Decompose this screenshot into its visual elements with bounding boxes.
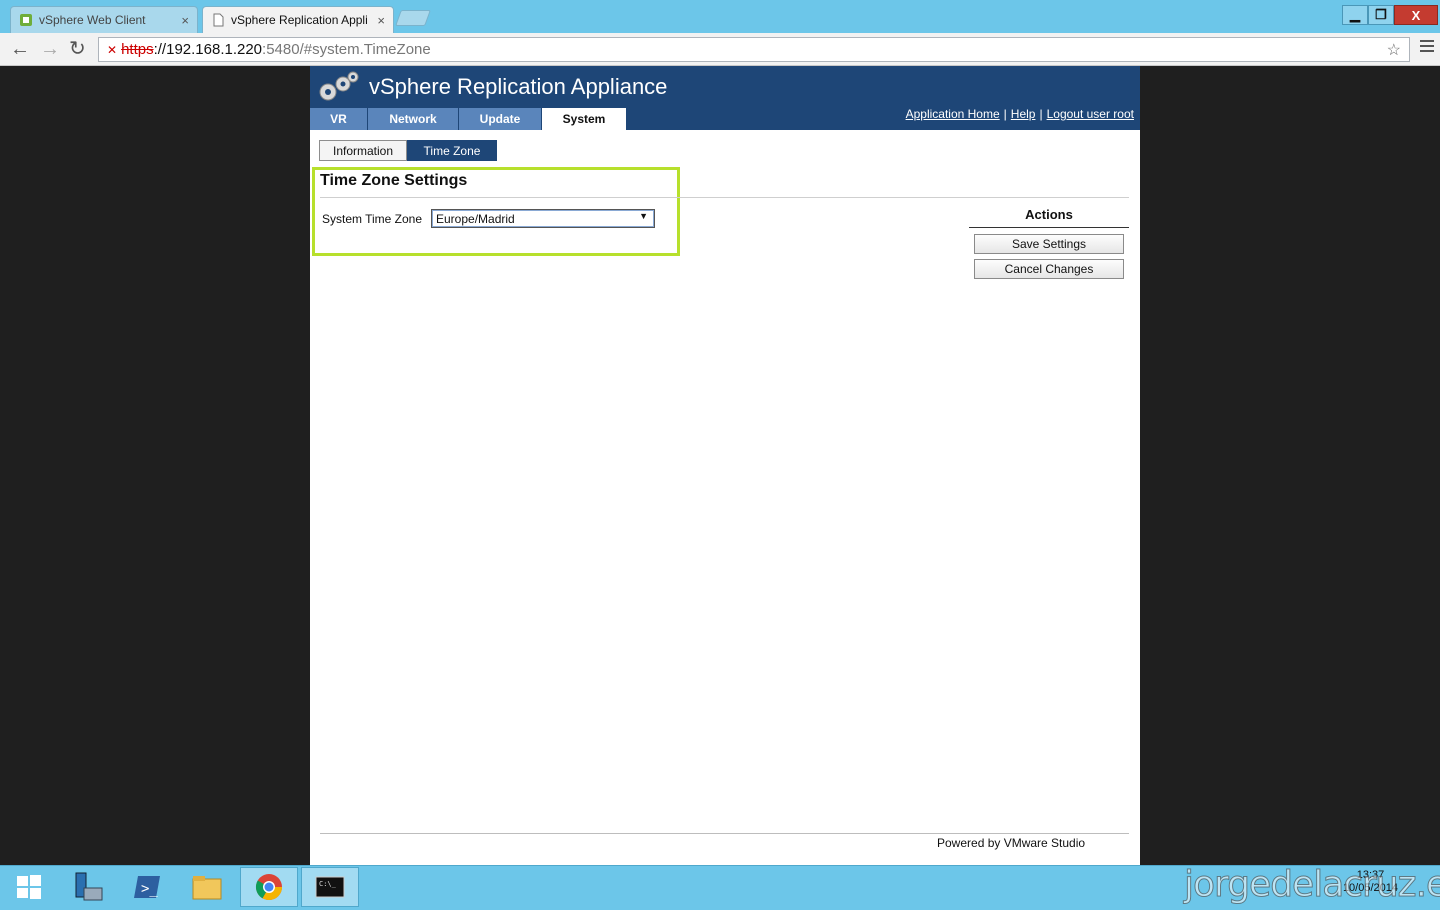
windows-start-icon[interactable] <box>0 867 58 907</box>
powershell-icon[interactable]: >_ <box>118 867 176 907</box>
tab-vsphere-replication[interactable]: vSphere Replication Appli × <box>202 6 394 33</box>
timezone-select[interactable]: Europe/Madrid ▼ <box>431 209 655 228</box>
restore-button[interactable]: ❐ <box>1368 5 1394 25</box>
gears-logo-icon <box>319 71 359 101</box>
cancel-changes-button[interactable]: Cancel Changes <box>974 259 1124 279</box>
timezone-value: Europe/Madrid <box>436 211 515 226</box>
file-explorer-icon[interactable] <box>178 867 236 907</box>
chrome-menu-icon[interactable] <box>1420 40 1434 55</box>
link-separator: | <box>1003 107 1007 121</box>
tab-network[interactable]: Network <box>368 108 459 130</box>
svg-text:>_: >_ <box>141 881 158 897</box>
application-home-link[interactable]: Application Home <box>906 107 1000 121</box>
section-title: Time Zone Settings <box>320 172 468 189</box>
subtab-time-zone[interactable]: Time Zone <box>407 140 497 161</box>
minimize-button[interactable]: ▁ <box>1342 5 1368 25</box>
header-links: Application Home | Help | Logout user root <box>906 107 1134 121</box>
chrome-icon[interactable] <box>240 867 298 907</box>
tab-system[interactable]: System <box>542 108 627 130</box>
actions-divider <box>969 227 1129 228</box>
tab-close-icon[interactable]: × <box>181 13 189 28</box>
url-path: :5480/#system.TimeZone <box>262 41 431 58</box>
cmd-icon[interactable]: C:\_ <box>301 867 359 907</box>
tab-close-icon[interactable]: × <box>377 13 385 28</box>
new-tab-button[interactable] <box>395 10 431 26</box>
tab-vsphere-web-client[interactable]: vSphere Web Client × <box>10 6 198 33</box>
actions-title: Actions <box>1025 207 1073 222</box>
close-window-button[interactable]: X <box>1394 5 1438 25</box>
insecure-lock-icon: ✕ <box>107 42 118 57</box>
bookmark-star-icon[interactable]: ☆ <box>1387 40 1401 60</box>
vsphere-favicon-icon <box>19 13 33 27</box>
link-separator: | <box>1039 107 1043 121</box>
divider <box>320 197 1129 198</box>
back-arrow-icon[interactable]: ← <box>10 39 30 59</box>
tab-update[interactable]: Update <box>459 108 542 130</box>
dropdown-arrow-icon: ▼ <box>639 211 648 221</box>
svg-text:C:\_: C:\_ <box>319 880 337 888</box>
footer-text: Powered by VMware Studio <box>937 836 1086 850</box>
appliance-page: vSphere Replication Appliance Applicatio… <box>310 66 1140 865</box>
tab-label: vSphere Replication Appli <box>231 13 368 27</box>
server-manager-icon[interactable] <box>58 867 116 907</box>
save-settings-button[interactable]: Save Settings <box>974 234 1124 254</box>
footer-divider <box>320 833 1129 834</box>
subtab-information[interactable]: Information <box>319 140 407 161</box>
logout-link[interactable]: Logout user root <box>1047 107 1134 121</box>
reload-icon[interactable]: ↻ <box>69 39 86 59</box>
timezone-label: System Time Zone <box>322 212 423 226</box>
url-scheme: https <box>121 41 154 58</box>
page-favicon-icon <box>211 13 225 27</box>
tab-vr[interactable]: VR <box>310 108 368 130</box>
help-link[interactable]: Help <box>1011 107 1036 121</box>
app-title: vSphere Replication Appliance <box>369 74 668 99</box>
address-bar[interactable]: ✕ https ://192.168.1.220 :5480/#system.T… <box>98 37 1410 62</box>
browser-titlebar: vSphere Web Client × vSphere Replication… <box>0 0 1440 33</box>
watermark-text: jorgedelacruz.es <box>1184 864 1440 906</box>
url-host: ://192.168.1.220 <box>153 41 263 58</box>
browser-toolbar: ← → ↻ ✕ https ://192.168.1.220 :5480/#sy… <box>0 33 1440 66</box>
tab-label: vSphere Web Client <box>39 13 146 27</box>
forward-arrow-icon[interactable]: → <box>40 39 60 59</box>
